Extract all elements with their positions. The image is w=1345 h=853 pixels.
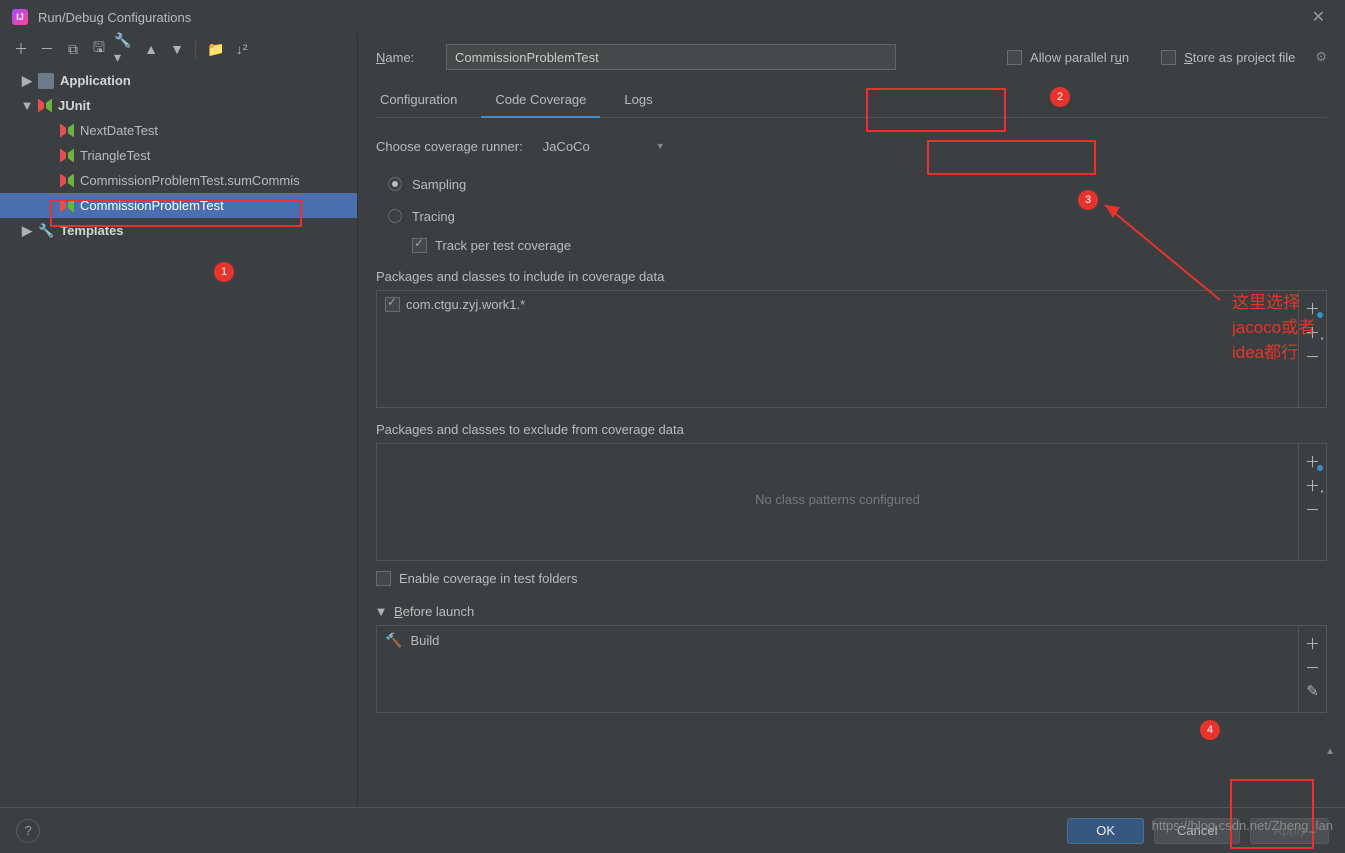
store-project-checkbox[interactable]: Store as project file: [1161, 50, 1295, 65]
checkbox-icon: [412, 238, 427, 253]
chevron-down-icon[interactable]: ▼: [376, 607, 386, 617]
down-icon[interactable]: ▼: [166, 38, 188, 60]
junit-icon: [38, 99, 52, 113]
chevron-right-icon: ▶: [22, 76, 32, 86]
tree-node-templates[interactable]: ▶ 🔧 Templates: [0, 218, 357, 243]
tree-label: JUnit: [58, 98, 91, 113]
edit-icon[interactable]: ✎: [1304, 682, 1322, 700]
tree-item[interactable]: TriangleTest: [0, 143, 357, 168]
checkbox-label: Track per test coverage: [435, 238, 571, 253]
titlebar: IJ Run/Debug Configurations ✕: [0, 0, 1345, 34]
select-value: JaCoCo: [543, 139, 590, 154]
sidebar: ＋ － ⧉ 🖫 🔧▾ ▲ ▼ │ 📁 ↓² ▶ Application ▼ JU…: [0, 34, 358, 807]
folder-icon[interactable]: 📁: [205, 38, 227, 60]
radio-tracing[interactable]: Tracing: [388, 200, 1327, 232]
include-list: com.ctgu.zyj.work1.* ＋ ＋▪ －: [376, 290, 1327, 408]
radio-label: Sampling: [412, 177, 466, 192]
tab-code-coverage[interactable]: Code Coverage: [491, 84, 590, 117]
cancel-button[interactable]: Cancel: [1154, 818, 1240, 844]
tab-configuration[interactable]: Configuration: [376, 84, 461, 117]
copy-icon[interactable]: ⧉: [62, 38, 84, 60]
tree-node-junit[interactable]: ▼ JUnit: [0, 93, 357, 118]
footer: ? OK Cancel Apply: [0, 807, 1345, 853]
help-button[interactable]: ?: [16, 819, 40, 843]
track-per-test-checkbox[interactable]: Track per test coverage: [412, 238, 1327, 253]
junit-icon: [60, 174, 74, 188]
tree-node-application[interactable]: ▶ Application: [0, 68, 357, 93]
checkbox-label: Enable coverage in test folders: [399, 571, 578, 586]
junit-icon: [60, 199, 74, 213]
checkbox-icon: [1007, 50, 1022, 65]
close-icon[interactable]: ✕: [1304, 3, 1333, 31]
annotation-text: 这里选择jacoco或者idea都行: [1232, 288, 1345, 363]
radio-label: Tracing: [412, 209, 455, 224]
checkbox-icon: [1161, 50, 1176, 65]
sidebar-toolbar: ＋ － ⧉ 🖫 🔧▾ ▲ ▼ │ 📁 ↓²: [0, 34, 357, 64]
exclude-list: No class patterns configured ＋ ＋▪ －: [376, 443, 1327, 561]
remove-icon[interactable]: －: [1304, 500, 1322, 518]
application-icon: [38, 73, 54, 89]
tree-label: CommissionProblemTest: [80, 198, 224, 213]
apply-button[interactable]: Apply: [1250, 818, 1329, 844]
gear-icon[interactable]: ⚙: [1315, 49, 1327, 65]
expand-up-icon[interactable]: ▲: [1325, 746, 1335, 757]
radio-icon: [388, 209, 402, 223]
item-text: Build: [410, 633, 439, 648]
tree-item[interactable]: NextDateTest: [0, 118, 357, 143]
app-icon: IJ: [12, 9, 28, 25]
ok-button[interactable]: OK: [1067, 818, 1144, 844]
coverage-runner-select[interactable]: JaCoCo ▼: [535, 134, 673, 158]
tree-label: Templates: [60, 223, 123, 238]
name-label: NName:ame:: [376, 50, 432, 65]
save-icon[interactable]: 🖫: [88, 38, 110, 60]
wrench-icon[interactable]: 🔧▾: [114, 38, 136, 60]
chevron-down-icon: ▼: [656, 141, 665, 151]
before-launch-label: Before launch: [394, 604, 474, 619]
checkbox-icon: [376, 571, 391, 586]
tab-logs[interactable]: Logs: [620, 84, 656, 117]
tree-item[interactable]: CommissionProblemTest.sumCommis: [0, 168, 357, 193]
before-launch-list: 🔨 Build ＋ － ✎: [376, 625, 1327, 713]
chevron-right-icon: ▶: [22, 226, 32, 236]
junit-icon: [60, 124, 74, 138]
sort-icon[interactable]: ↓²: [231, 38, 253, 60]
enable-test-folders-checkbox[interactable]: Enable coverage in test folders: [376, 571, 1327, 586]
tree-label: Application: [60, 73, 131, 88]
add-icon[interactable]: ＋: [1304, 634, 1322, 652]
radio-sampling[interactable]: Sampling: [388, 168, 1327, 200]
window-title: Run/Debug Configurations: [38, 10, 191, 25]
build-item[interactable]: 🔨 Build: [385, 632, 1290, 649]
remove-icon[interactable]: －: [36, 38, 58, 60]
junit-icon: [60, 149, 74, 163]
empty-text: No class patterns configured: [385, 492, 1290, 507]
config-tree: ▶ Application ▼ JUnit NextDateTest Trian…: [0, 64, 357, 807]
include-label: Packages and classes to include in cover…: [376, 269, 1327, 284]
add-icon[interactable]: ＋: [10, 38, 32, 60]
add-class-icon[interactable]: ＋: [1304, 452, 1322, 470]
checkbox-label: Allow parallel run: [1030, 50, 1129, 65]
item-text: com.ctgu.zyj.work1.*: [406, 297, 525, 312]
include-item[interactable]: com.ctgu.zyj.work1.*: [385, 297, 1290, 312]
tree-label: CommissionProblemTest.sumCommis: [80, 173, 300, 188]
name-input[interactable]: [446, 44, 896, 70]
radio-icon: [388, 177, 402, 191]
tabs: Configuration Code Coverage Logs: [376, 84, 1327, 118]
remove-icon[interactable]: －: [1304, 658, 1322, 676]
exclude-label: Packages and classes to exclude from cov…: [376, 422, 1327, 437]
up-icon[interactable]: ▲: [140, 38, 162, 60]
chevron-down-icon: ▼: [22, 101, 32, 111]
tree-item-selected[interactable]: CommissionProblemTest: [0, 193, 357, 218]
checkbox-label: Store as project file: [1184, 50, 1295, 65]
main-panel: NName:ame: Allow parallel run Store as p…: [358, 34, 1345, 807]
checkbox-icon: [385, 297, 400, 312]
tree-label: NextDateTest: [80, 123, 158, 138]
hammer-icon: 🔨: [385, 632, 402, 649]
add-package-icon[interactable]: ＋▪: [1304, 476, 1322, 494]
coverage-runner-label: Choose coverage runner:: [376, 139, 523, 154]
wrench-icon: 🔧: [38, 223, 54, 239]
allow-parallel-checkbox[interactable]: Allow parallel run: [1007, 50, 1129, 65]
tree-label: TriangleTest: [80, 148, 150, 163]
